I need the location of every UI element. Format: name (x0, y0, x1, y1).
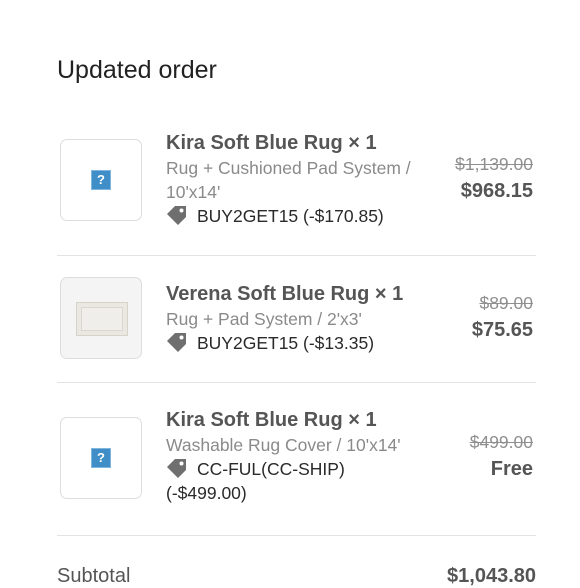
product-thumbnail: ? (60, 139, 142, 221)
broken-image-icon: ? (91, 170, 111, 190)
original-price: $1,139.00 (455, 154, 533, 174)
divider (57, 382, 536, 383)
item-name: Kira Soft Blue Rug × 1 (166, 409, 377, 431)
divider (57, 535, 536, 536)
discount-code: BUY2GET15 (-$170.85) (197, 206, 384, 226)
discount-code: CC-FUL(CC-SHIP) (-$499.00) (166, 459, 345, 503)
item-name: Kira Soft Blue Rug × 1 (166, 132, 377, 154)
price-tag-icon (167, 333, 186, 352)
original-price: $89.00 (479, 293, 533, 313)
final-price: $75.65 (471, 319, 533, 341)
final-price: Free (490, 458, 533, 480)
item-variant: Washable Rug Cover / 10'x14' (166, 435, 401, 455)
item-discount: BUY2GET15 (-$13.35) (166, 331, 436, 355)
discount-code: BUY2GET15 (-$13.35) (197, 333, 375, 353)
subtotal-label: Subtotal (57, 565, 131, 587)
page-title: Updated order (57, 56, 217, 84)
item-discount: BUY2GET15 (-$170.85) (166, 204, 436, 228)
original-price: $499.00 (469, 432, 533, 452)
final-price: $968.15 (460, 180, 533, 202)
price-tag-icon (167, 459, 186, 478)
broken-image-icon: ? (91, 448, 111, 468)
subtotal-value: $1,043.80 (447, 565, 536, 587)
item-discount: CC-FUL(CC-SHIP) (-$499.00) (166, 457, 396, 505)
item-name: Verena Soft Blue Rug × 1 (166, 283, 404, 305)
item-variant: Rug + Pad System / 2'x3' (166, 309, 362, 329)
product-thumbnail: ? (60, 417, 142, 499)
rug-image (76, 302, 128, 336)
item-variant: Rug + Cushioned Pad System / 10'x14' (166, 158, 411, 202)
price-tag-icon (167, 206, 186, 225)
product-thumbnail (60, 277, 142, 359)
divider (57, 255, 536, 256)
